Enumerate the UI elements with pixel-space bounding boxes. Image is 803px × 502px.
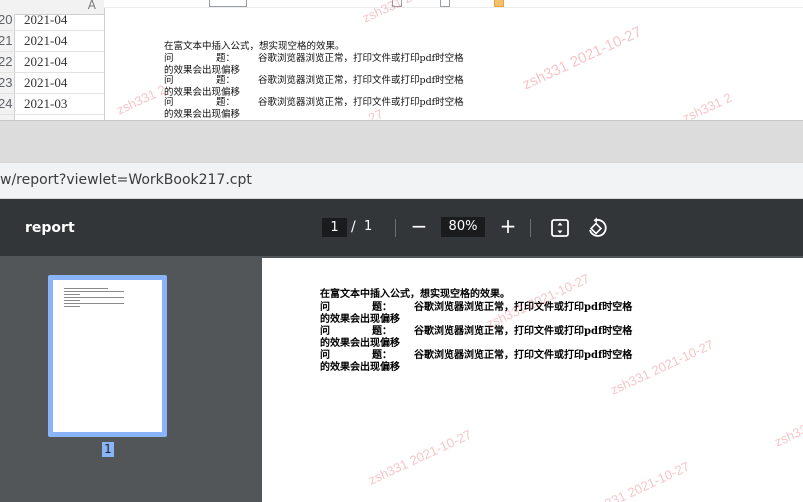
rotate-icon[interactable] (586, 217, 608, 243)
row-number: 22 (0, 54, 13, 69)
doc-answer: 谷歌浏览器浏览正常，打印文件或打印pdf时空格 (258, 97, 464, 108)
doc-line: 的效果会出现偏移 (164, 109, 241, 120)
thumbnail-page (53, 280, 162, 432)
pdf-toolbar: report 1 / 1 − 80% + (0, 199, 803, 256)
toolbar-divider (530, 219, 531, 237)
pdf-answer: 谷歌浏览器浏览正常，打印文件或打印pdf时空格 (414, 326, 633, 337)
cell-value: 2021-04 (24, 12, 68, 27)
page-separator: / (351, 219, 356, 235)
row-number: 24 (0, 96, 13, 111)
pdf-page: 在富文本中插入公式，想实现空格的效果。 问 题： 谷歌浏览器浏览正常，打印文件或… (262, 258, 803, 502)
sheet-row[interactable]: 20 2021-04 (0, 10, 104, 31)
thumbnail-text-line (64, 306, 80, 307)
sheet-row[interactable]: 21 2021-04 (0, 31, 104, 52)
page-number-input[interactable]: 1 (322, 218, 347, 237)
watermark: -27 (362, 106, 386, 120)
toolbar-input[interactable] (209, 0, 247, 7)
page-thumbnail[interactable] (48, 275, 167, 437)
pdf-page-view: 在富文本中插入公式，想实现空格的效果。 问 题： 谷歌浏览器浏览正常，打印文件或… (260, 256, 803, 502)
url-text[interactable]: w/report?viewlet=WorkBook217.cpt (0, 172, 252, 188)
zoom-level-input[interactable]: 80% (441, 217, 485, 237)
sheet-row[interactable]: 22 2021-04 (0, 52, 104, 73)
cell-value: 2021-04 (24, 54, 68, 69)
thumbnail-text-line (64, 288, 108, 289)
editor-toolbar-strip (104, 0, 803, 8)
watermark: zsh331 2 (114, 81, 169, 118)
document-preview: 在富文本中插入公式，想实现空格的效果。 问 题： 谷歌浏览器浏览正常，打印文件或… (104, 0, 803, 120)
address-bar[interactable]: w/report?viewlet=WorkBook217.cpt (0, 162, 803, 199)
watermark: zsh331 2021-10-27 (520, 23, 645, 94)
spreadsheet-area: A 20 2021-04 21 2021-04 22 2021-04 23 20… (0, 0, 803, 120)
total-pages: 1 (364, 219, 373, 234)
thumbnail-text-line (64, 294, 80, 295)
cell-value: 2021-04 (24, 33, 68, 48)
sheet-row[interactable]: 24 2021-03 (0, 94, 104, 115)
cell-value: 2021-03 (24, 96, 68, 111)
pdf-line: 的效果会出现偏移 (320, 362, 400, 373)
doc-answer: 谷歌浏览器浏览正常，打印文件或打印pdf时空格 (258, 53, 464, 64)
row-number: 23 (0, 75, 13, 90)
zoom-in-icon[interactable]: + (498, 215, 518, 237)
toolbar-button[interactable] (440, 0, 450, 7)
thumbnail-text-line (64, 303, 124, 304)
thumbnail-sidebar: 1 (0, 256, 260, 502)
row-number: 20 (0, 12, 13, 27)
row-number: 21 (0, 33, 13, 48)
zoom-out-icon[interactable]: − (410, 216, 428, 238)
watermark: zsh331 2 (680, 89, 735, 120)
fit-page-icon[interactable] (550, 218, 570, 242)
sheet-row[interactable]: 23 2021-04 (0, 73, 104, 94)
thumbnail-page-number[interactable]: 1 (102, 442, 114, 457)
watermark: zsh331 2021-10-27 (584, 458, 692, 502)
thumbnail-text-line (64, 291, 124, 292)
toolbar-divider (395, 219, 396, 237)
doc-answer: 谷歌浏览器浏览正常，打印文件或打印pdf时空格 (258, 75, 464, 86)
window-gap (0, 120, 803, 163)
pdf-answer: 谷歌浏览器浏览正常，打印文件或打印pdf时空格 (414, 350, 633, 361)
thumbnail-text-line (64, 300, 80, 301)
watermark: zsh331 2 (772, 414, 803, 450)
cell-value: 2021-04 (24, 75, 68, 90)
watermark: zsh331 2021-10-27 (366, 426, 474, 488)
toolbar-button[interactable] (494, 0, 504, 7)
document-title: report (25, 220, 75, 236)
thumbnail-text-line (64, 297, 124, 298)
